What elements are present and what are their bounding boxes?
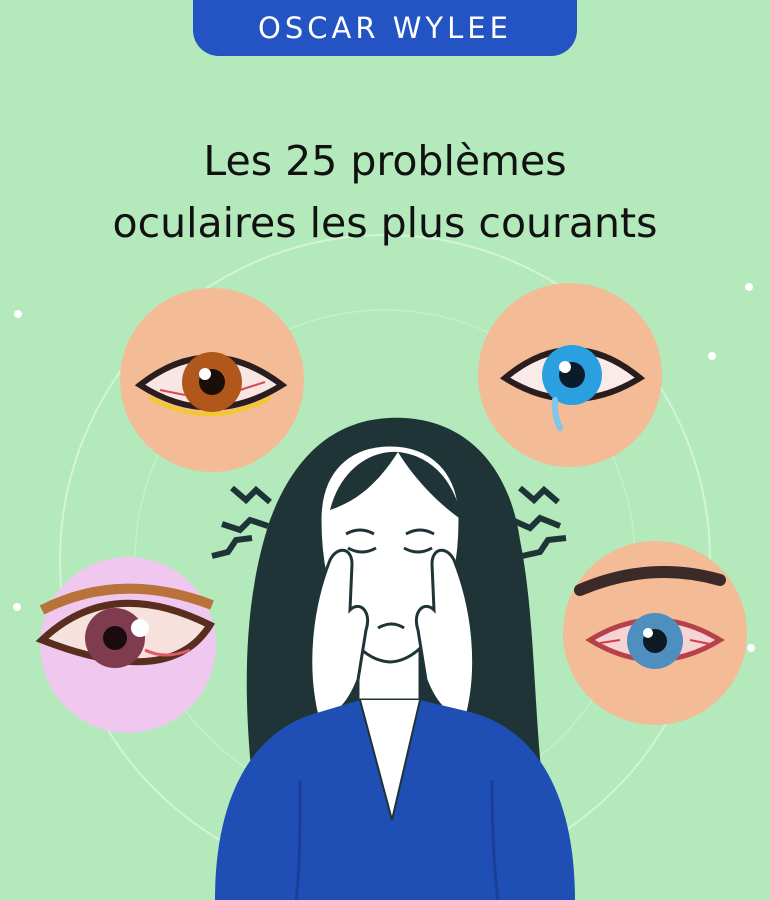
bloodshot-blue-eye-icon [563, 541, 747, 725]
pink-eye-icon [35, 557, 216, 733]
infographic-canvas: OSCAR WYLEE Les 25 problèmes oculaires l… [0, 0, 770, 900]
teary-blue-eye-icon [478, 283, 662, 467]
main-illustration [35, 283, 747, 900]
red-eye-brown-icon [120, 288, 304, 472]
